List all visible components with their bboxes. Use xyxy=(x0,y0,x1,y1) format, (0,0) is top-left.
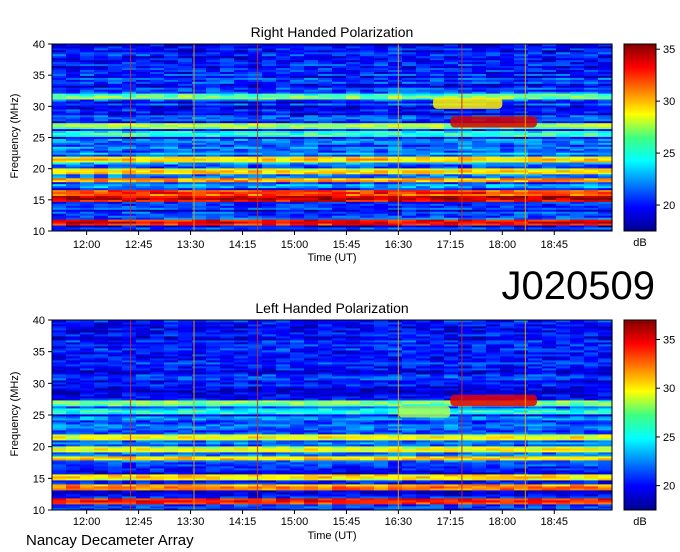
colorbar-tick-label: 30 xyxy=(663,96,675,108)
y-tick-label: 35 xyxy=(33,70,45,82)
x-tick-label: 18:00 xyxy=(489,239,517,251)
x-tick-label: 15:00 xyxy=(281,239,309,251)
panel-title: Right Handed Polarization xyxy=(251,24,414,40)
spectrogram-heatmap xyxy=(51,43,613,232)
observation-id: J020509 xyxy=(502,264,655,308)
colorbar-tick-labels: 20 25 30 35 xyxy=(656,44,675,212)
y-tick-label: 30 xyxy=(33,101,45,113)
colorbar-label: dB xyxy=(633,237,646,249)
y-tick-label: 15 xyxy=(33,195,45,207)
x-tick-labels: 12:00 12:45 13:30 14:15 15:00 15:45 16:30 17:15… xyxy=(73,231,568,251)
spectrogram-heatmap xyxy=(51,319,613,511)
y-tick-label: 20 xyxy=(33,164,45,176)
colorbar-tick-label: 25 xyxy=(663,148,675,160)
colorbar-tick-label: 35 xyxy=(663,44,675,56)
colorbar xyxy=(623,43,657,232)
x-tick-label: 17:15 xyxy=(437,239,465,251)
y-tick-label: 10 xyxy=(33,226,45,238)
burst-feature xyxy=(450,116,537,128)
right-polarization-panel: Right Handed Polarization 12:00 12:45 13:3… xyxy=(9,24,675,264)
y-tick-labels: 10 15 20 25 30 35 40 xyxy=(33,39,52,238)
x-tick-label: 14:15 xyxy=(229,239,257,251)
x-tick-label: 12:00 xyxy=(73,239,101,251)
x-tick-label: 18:45 xyxy=(541,239,569,251)
y-tick-label: 25 xyxy=(33,133,45,145)
y-axis-label: Frequency (MHz) xyxy=(9,94,21,179)
spectrogram-figure: Right Handed Polarization 12:00 12:45 13:3… xyxy=(9,24,675,549)
burst-feature xyxy=(433,97,503,109)
y-tick-label: 40 xyxy=(33,39,45,51)
x-tick-label: 13:30 xyxy=(177,239,205,251)
x-tick-label: 16:30 xyxy=(385,239,413,251)
x-tick-label: 15:45 xyxy=(333,239,361,251)
colorbar-tick-label: 20 xyxy=(663,200,675,212)
x-axis-label: Time (UT) xyxy=(307,252,356,264)
panel-title: Left Handed Polarization xyxy=(255,300,408,316)
x-tick-label: 12:45 xyxy=(125,239,153,251)
left-polarization-panel: Left Handed Polarization 12:00 12:45 13:30… xyxy=(9,300,675,542)
